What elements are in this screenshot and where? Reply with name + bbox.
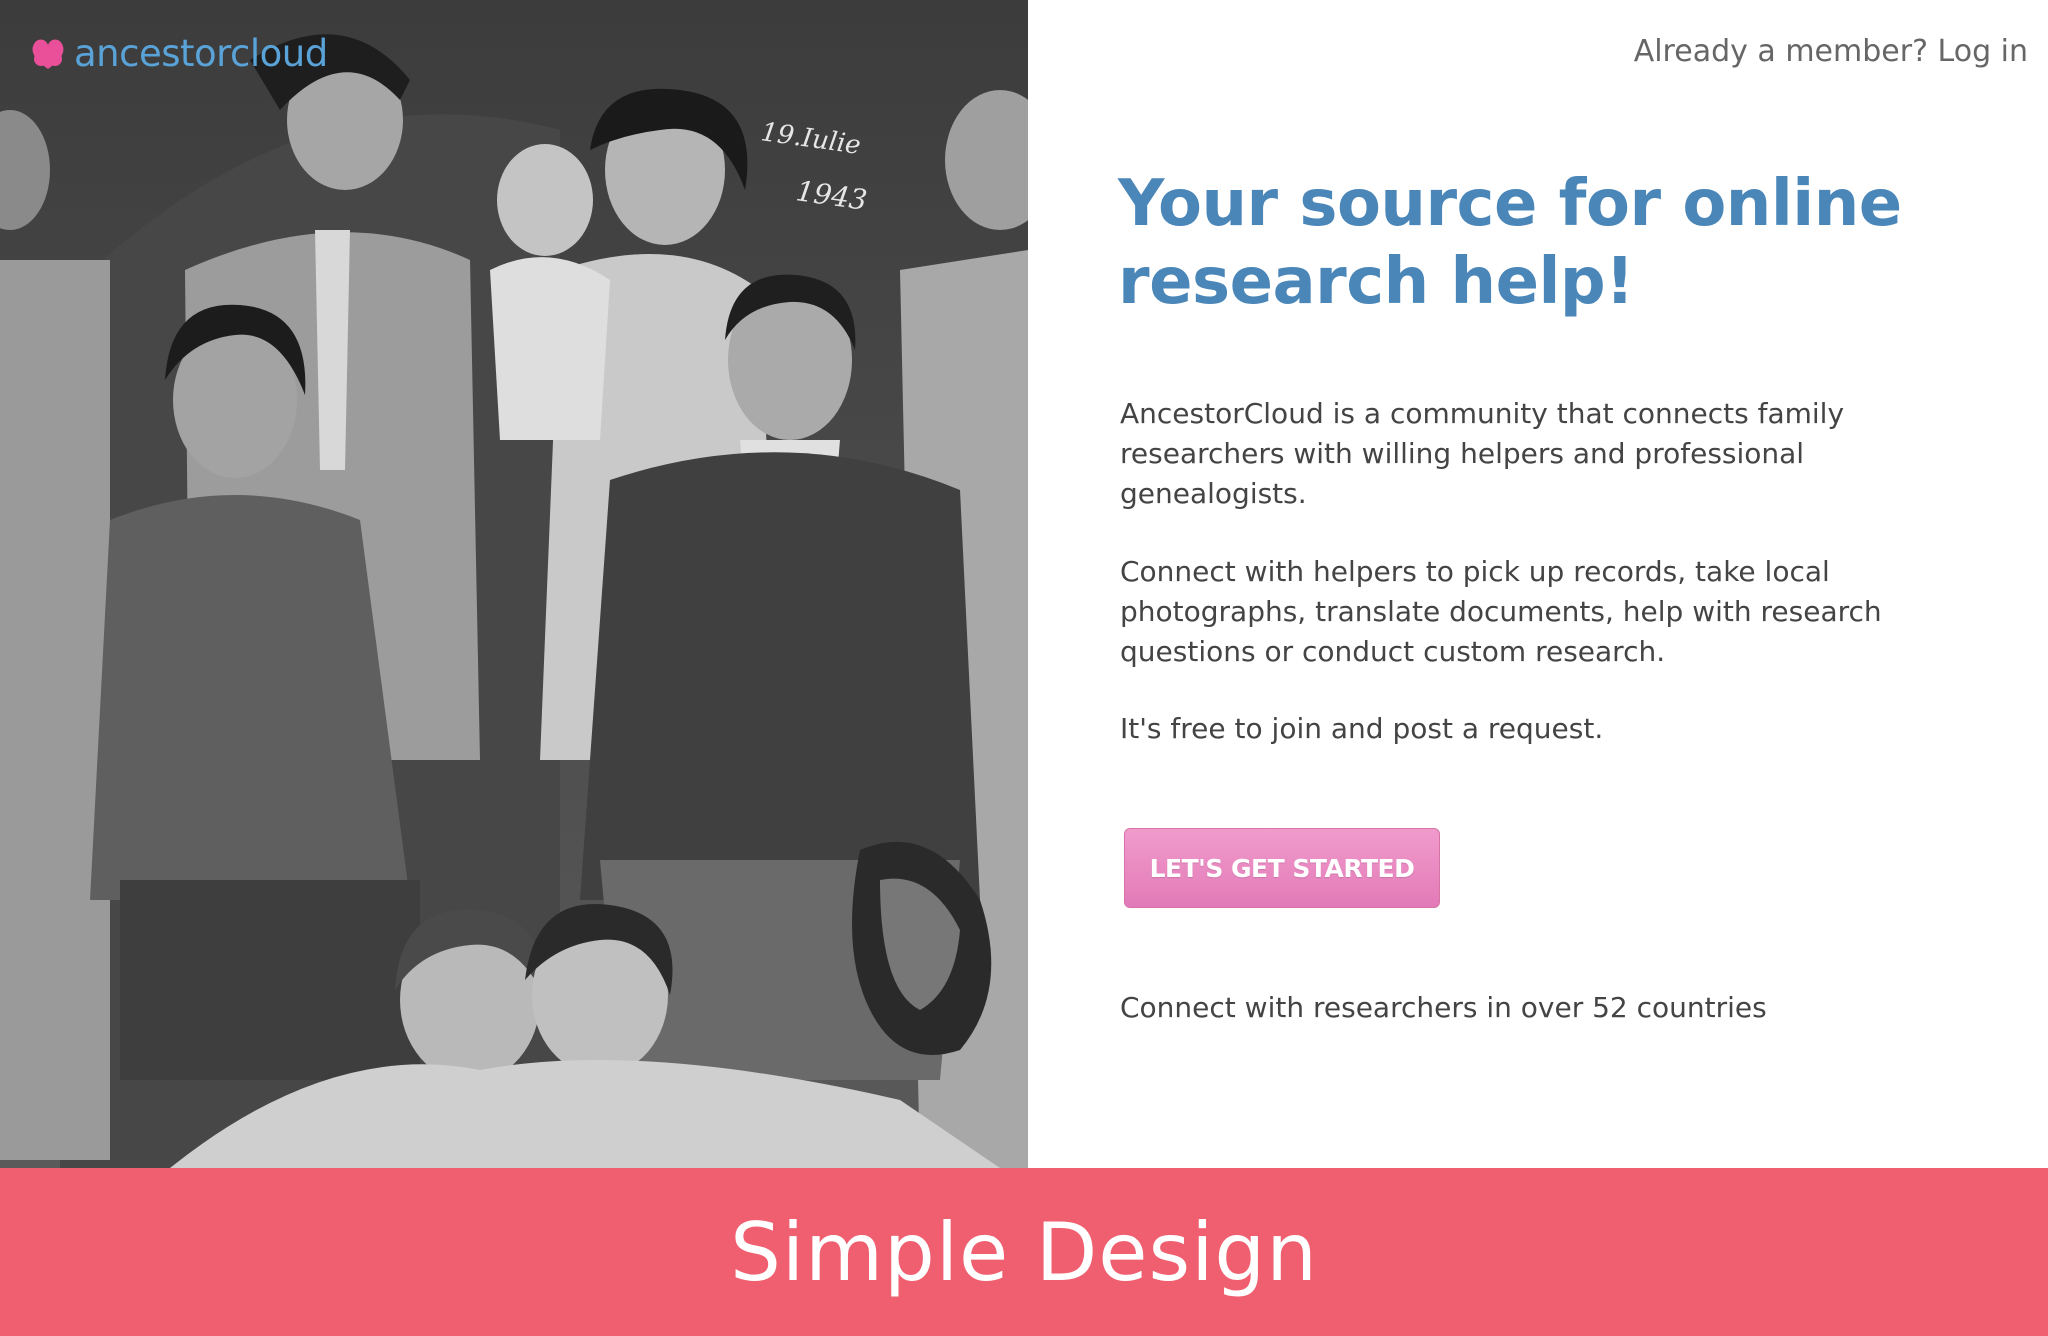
countries-text: Connect with researchers in over 52 coun… <box>1120 991 1767 1024</box>
hero-paragraph-free: It's free to join and post a request. <box>1120 712 1604 745</box>
get-started-button[interactable]: LET'S GET STARTED <box>1124 828 1440 908</box>
ancestorcloud-logo[interactable]: ancestorcloud <box>28 30 328 76</box>
hero-headline: Your source for online research help! <box>1118 167 1902 319</box>
family-photo-illustration: 19.Iulie 1943 <box>0 0 1028 1168</box>
login-link[interactable]: Already a member? Log in <box>1634 34 2028 69</box>
cloud-heart-icon <box>32 39 64 69</box>
hero-paragraph-services: Connect with helpers to pick up records,… <box>1120 555 1882 668</box>
logo-text: ancestorcloud <box>74 31 328 75</box>
caption-banner: Simple Design <box>0 1168 2048 1336</box>
hero-paragraph-intro: AncestorCloud is a community that connec… <box>1120 397 1845 510</box>
banner-caption: Simple Design <box>730 1205 1318 1299</box>
family-photo: 19.Iulie 1943 ancestorcloud <box>0 0 1028 1168</box>
